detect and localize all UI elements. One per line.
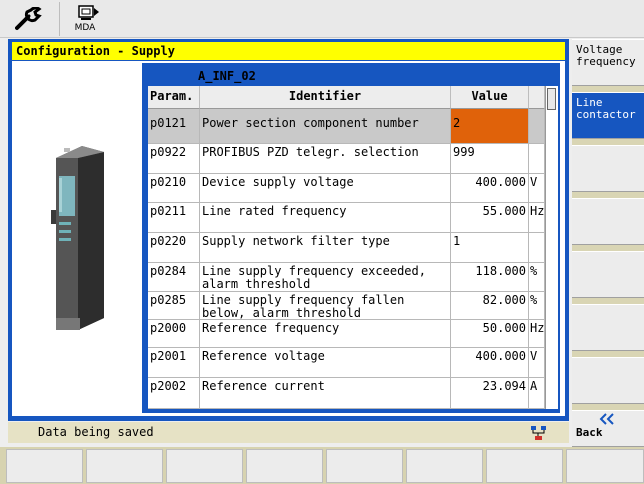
table-row[interactable]: p0922 PROFIBUS PZD telegr. selection 999 [148,144,545,174]
softkey-voltage-frequency[interactable]: Voltage frequency [572,39,644,86]
value-field[interactable]: 400.000 [451,348,529,377]
table-row[interactable]: p2000 Reference frequency 50.000 Hz [148,320,545,348]
softkey-line-contactor[interactable]: Line contactor [572,92,644,139]
identifier-cell: Power section component number [200,109,451,143]
table-row[interactable]: p0211 Line rated frequency 55.000 Hz [148,203,545,233]
wrench-icon [15,7,42,30]
hsoftkey-4[interactable] [246,449,323,483]
network-status-icon [529,425,549,441]
scrollbar-thumb[interactable] [547,88,556,110]
value-field[interactable]: 50.000 [451,320,529,347]
hsoftkey-1[interactable] [6,449,83,483]
tool-wrench-button[interactable] [4,2,56,36]
value-field[interactable]: 118.000 [451,263,529,291]
window-title: Configuration - Supply [12,42,565,60]
param-cell: p0220 [148,233,200,262]
softkey-5[interactable] [572,251,644,298]
hsoftkey-3[interactable] [166,449,243,483]
hsoftkey-7[interactable] [486,449,563,483]
value-field[interactable]: 2 [451,109,529,143]
table-row[interactable]: p0284 Line supply frequency exceeded, al… [148,263,545,292]
identifier-cell: Line rated frequency [200,203,451,232]
identifier-cell: Reference frequency [200,320,451,347]
value-field[interactable]: 999 [451,144,529,173]
column-header-param: Param. [148,86,200,109]
param-cell: p2002 [148,378,200,408]
identifier-cell: Reference voltage [200,348,451,377]
unit-cell [529,109,545,143]
softkey-7[interactable] [572,357,644,404]
param-cell: p0211 [148,203,200,232]
hsoftkey-2[interactable] [86,449,163,483]
mda-button[interactable]: MDA [64,2,116,36]
mda-icon [78,5,99,20]
param-cell: p0210 [148,174,200,202]
table-row[interactable]: p0220 Supply network filter type 1 [148,233,545,263]
toolbar-separator [59,2,60,36]
back-button[interactable]: Back [572,410,644,447]
column-header-unit [529,86,545,109]
parameter-table-title: A_INF_02 [198,69,256,83]
table-row[interactable]: p2002 Reference current 23.094 A [148,378,545,409]
softkey-6[interactable] [572,304,644,351]
param-cell: p0284 [148,263,200,291]
table-row[interactable]: p2001 Reference voltage 400.000 V [148,348,545,378]
identifier-cell: Line supply frequency fallen below, alar… [200,292,451,320]
identifier-cell: Supply network filter type [200,233,451,262]
param-cell: p0121 [148,109,200,143]
value-field[interactable]: 23.094 [451,378,529,408]
unit-cell: Hz [529,320,545,347]
double-chevron-left-icon [599,413,614,425]
drive-image [42,138,104,338]
table-row[interactable]: p0210 Device supply voltage 400.000 V [148,174,545,203]
softkey-4[interactable] [572,198,644,245]
unit-cell [529,144,545,173]
unit-cell: % [529,292,545,319]
unit-cell: A [529,378,545,408]
parameter-table[interactable]: Param. Identifier Value p0121 Power sect… [148,86,545,409]
value-field[interactable]: 1 [451,233,529,262]
hsoftkey-5[interactable] [326,449,403,483]
table-row[interactable]: p0285 Line supply frequency fallen below… [148,292,545,320]
value-field[interactable]: 400.000 [451,174,529,202]
table-scrollbar[interactable] [545,86,558,409]
mda-label: MDA [74,23,96,33]
value-field[interactable]: 82.000 [451,292,529,319]
identifier-cell: Reference current [200,378,451,408]
unit-cell [529,233,545,262]
identifier-cell: PROFIBUS PZD telegr. selection [200,144,451,173]
softkey-3[interactable] [572,145,644,192]
hsoftkey-8[interactable] [566,449,644,483]
param-cell: p0922 [148,144,200,173]
identifier-cell: Line supply frequency exceeded, alarm th… [200,263,451,291]
identifier-cell: Device supply voltage [200,174,451,202]
param-cell: p0285 [148,292,200,319]
unit-cell: % [529,263,545,291]
param-cell: p2000 [148,320,200,347]
unit-cell: V [529,174,545,202]
status-message: Data being saved [38,425,154,439]
param-cell: p2001 [148,348,200,377]
table-row[interactable]: p0121 Power section component number 2 [148,109,545,144]
column-header-identifier: Identifier [200,86,451,109]
hsoftkey-6[interactable] [406,449,483,483]
unit-cell: Hz [529,203,545,232]
column-header-value: Value [451,86,529,109]
back-label: Back [576,426,603,439]
unit-cell: V [529,348,545,377]
value-field[interactable]: 55.000 [451,203,529,232]
